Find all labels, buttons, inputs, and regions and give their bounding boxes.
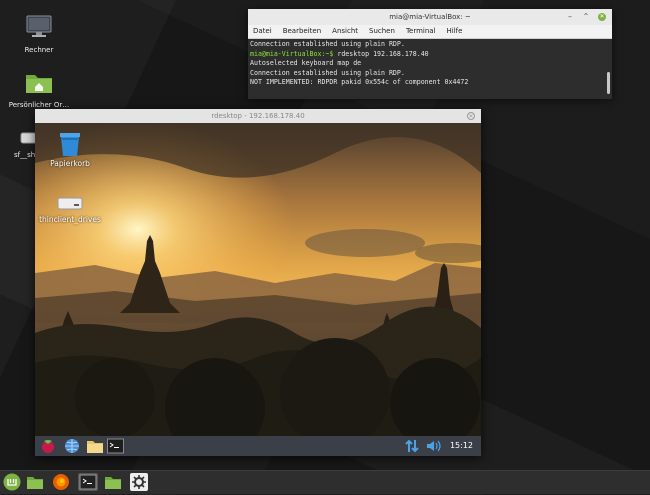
trash-icon [60, 133, 80, 156]
terminal-line: mia@mia-VirtualBox:~$ rdesktop 192.168.1… [250, 50, 610, 60]
remote-taskbar: 15:12 [35, 436, 481, 456]
desktop-icon-rechner[interactable]: Rechner [6, 15, 72, 55]
raspberry-menu-icon[interactable] [40, 438, 56, 458]
window-title: mia@mia-VirtualBox: ~ [389, 13, 471, 21]
terminal-titlebar[interactable]: mia@mia-VirtualBox: ~ – ⌃ ✕ [248, 9, 612, 25]
menu-bearbeiten[interactable]: Bearbeiten [283, 25, 321, 38]
mint-menu-icon[interactable] [3, 473, 21, 491]
minimize-icon[interactable]: – [566, 13, 574, 21]
terminal-line: Autoselected keyboard map de [250, 59, 362, 68]
menu-hilfe[interactable]: Hilfe [447, 25, 463, 38]
remote-desktop-wallpaper[interactable]: Papierkorb thinclient_drives [35, 123, 481, 436]
file-manager-icon[interactable] [86, 438, 104, 458]
close-icon[interactable]: ✕ [467, 112, 475, 120]
terminal-icon[interactable] [107, 438, 124, 458]
desktop-icon-papierkorb[interactable]: Papierkorb [47, 131, 93, 169]
menu-datei[interactable]: Datei [253, 25, 272, 38]
host-taskbar [0, 470, 650, 494]
terminal-prompt: mia@mia-VirtualBox:~$ [250, 49, 334, 58]
menu-ansicht[interactable]: Ansicht [332, 25, 358, 38]
drive-icon [57, 197, 83, 210]
desktop-icon-label: thinclient_drives [39, 215, 101, 224]
browser-globe-icon[interactable] [64, 438, 80, 458]
terminal-window[interactable]: mia@mia-VirtualBox: ~ – ⌃ ✕ Datei Bearbe… [248, 9, 612, 99]
show-desktop-icon[interactable] [26, 473, 44, 491]
desktop-icon-label: Papierkorb [50, 159, 90, 168]
desktop-icon-thinclient-drives[interactable]: thinclient_drives [39, 195, 101, 225]
network-arrows-icon[interactable] [405, 438, 419, 458]
window-title: rdesktop - 192.168.178.40 [211, 112, 305, 120]
monitor-icon [26, 15, 52, 37]
terminal-output[interactable]: Connection established using plain RDP. m… [248, 39, 612, 99]
terminal-menubar: Datei Bearbeiten Ansicht Suchen Terminal… [248, 25, 612, 39]
terminal-line: Connection established using plain RDP. [250, 40, 405, 48]
home-folder-icon [26, 75, 52, 93]
terminal-icon[interactable] [78, 473, 98, 491]
desktop-icon-home[interactable]: Persönlicher Or… [6, 70, 72, 110]
terminal-scrollbar[interactable] [607, 72, 610, 94]
menu-terminal[interactable]: Terminal [406, 25, 436, 38]
settings-gear-icon[interactable] [130, 473, 148, 491]
files-icon[interactable] [104, 473, 122, 491]
maximize-icon[interactable]: ⌃ [582, 13, 590, 21]
panel-clock[interactable]: 15:12 [450, 436, 473, 456]
desktop-icon-sf-share[interactable]: sf__sh… [0, 130, 44, 160]
rdesktop-window[interactable]: rdesktop - 192.168.178.40 ✕ Papierkorb t… [35, 109, 481, 456]
close-icon[interactable]: ✕ [598, 13, 606, 21]
desktop-icon-label: Rechner [24, 46, 54, 54]
terminal-line: Connection established using plain RDP. [250, 68, 405, 77]
menu-suchen[interactable]: Suchen [369, 25, 395, 38]
window-controls: – ⌃ ✕ [566, 9, 606, 25]
terminal-command: rdesktop 192.168.178.40 [333, 49, 429, 58]
volume-icon[interactable] [426, 438, 442, 458]
sunset-temple-image [35, 123, 481, 436]
terminal-line: NOT IMPLEMENTED: RDPDR pakid 0x554c of c… [250, 78, 469, 87]
firefox-icon[interactable] [52, 473, 70, 491]
rdesktop-titlebar[interactable]: rdesktop - 192.168.178.40 ✕ [35, 109, 481, 123]
